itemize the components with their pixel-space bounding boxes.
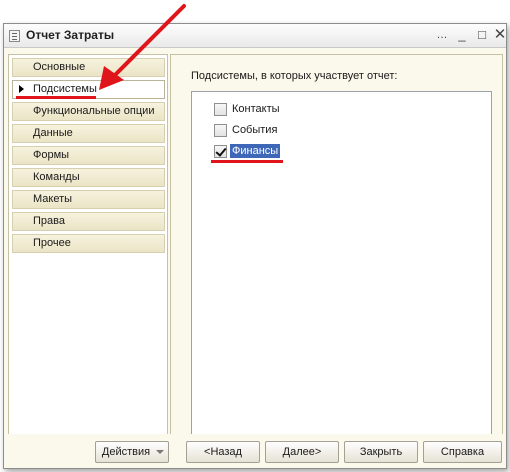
- next-button[interactable]: Далее>: [265, 441, 339, 463]
- maximize-button[interactable]: □: [474, 27, 490, 43]
- nav-item-functional-options[interactable]: Функциональные опции: [12, 102, 165, 121]
- minimize-button[interactable]: _: [454, 27, 470, 43]
- nav-item-label: Данные: [33, 127, 73, 139]
- subsystems-label: Подсистемы, в которых участвует отчет:: [191, 70, 398, 82]
- nav-item-label: Макеты: [33, 193, 73, 205]
- nav-item-label: Прочее: [33, 237, 71, 249]
- nav-item-other[interactable]: Прочее: [12, 234, 165, 253]
- contacts-checkbox[interactable]: [214, 103, 227, 116]
- close-window-button[interactable]: ✕: [492, 27, 508, 43]
- report-properties-window: Отчет Затраты … _ □ ✕ Основные Подсистем…: [3, 23, 507, 469]
- window-title: Отчет Затраты: [26, 28, 115, 42]
- actions-button-label: Действия: [101, 446, 151, 458]
- chevron-down-icon: [156, 450, 164, 454]
- list-item-label: События: [232, 124, 278, 136]
- nav-item-basic[interactable]: Основные: [12, 58, 165, 77]
- finance-underline-annotation: [211, 160, 283, 163]
- nav-item-label: Права: [33, 215, 65, 227]
- subsystems-panel: Подсистемы, в которых участвует отчет: К…: [170, 54, 503, 459]
- nav-item-label: Функциональные опции: [33, 105, 155, 117]
- section-navigation: Основные Подсистемы Функциональные опции…: [8, 54, 168, 459]
- window-content: Основные Подсистемы Функциональные опции…: [4, 49, 506, 468]
- list-item-label: Финансы: [230, 144, 281, 158]
- list-item-label: Контакты: [232, 103, 280, 115]
- actions-button[interactable]: Действия: [95, 441, 169, 463]
- nav-item-forms[interactable]: Формы: [12, 146, 165, 165]
- nav-item-commands[interactable]: Команды: [12, 168, 165, 187]
- back-button[interactable]: <Назад: [186, 441, 260, 463]
- current-item-arrow-icon: [19, 85, 24, 93]
- nav-item-label: Команды: [33, 171, 80, 183]
- nav-item-rights[interactable]: Права: [12, 212, 165, 231]
- events-checkbox[interactable]: [214, 124, 227, 137]
- finance-checkbox[interactable]: [214, 145, 227, 158]
- help-button[interactable]: Справка: [423, 441, 502, 463]
- subsystems-list[interactable]: Контакты События Финансы: [191, 91, 492, 449]
- more-actions-icon[interactable]: …: [434, 27, 450, 43]
- close-button[interactable]: Закрыть: [344, 441, 418, 463]
- nav-item-label: Подсистемы: [33, 83, 97, 95]
- nav-item-templates[interactable]: Макеты: [12, 190, 165, 209]
- document-icon: [9, 30, 20, 42]
- subsystems-underline-annotation: [16, 96, 96, 99]
- nav-item-label: Основные: [33, 61, 86, 73]
- button-bar: Действия <Назад Далее> Закрыть Справка: [4, 434, 506, 468]
- title-bar: Отчет Затраты … _ □ ✕: [4, 24, 506, 48]
- nav-item-label: Формы: [33, 149, 70, 161]
- nav-item-data[interactable]: Данные: [12, 124, 165, 143]
